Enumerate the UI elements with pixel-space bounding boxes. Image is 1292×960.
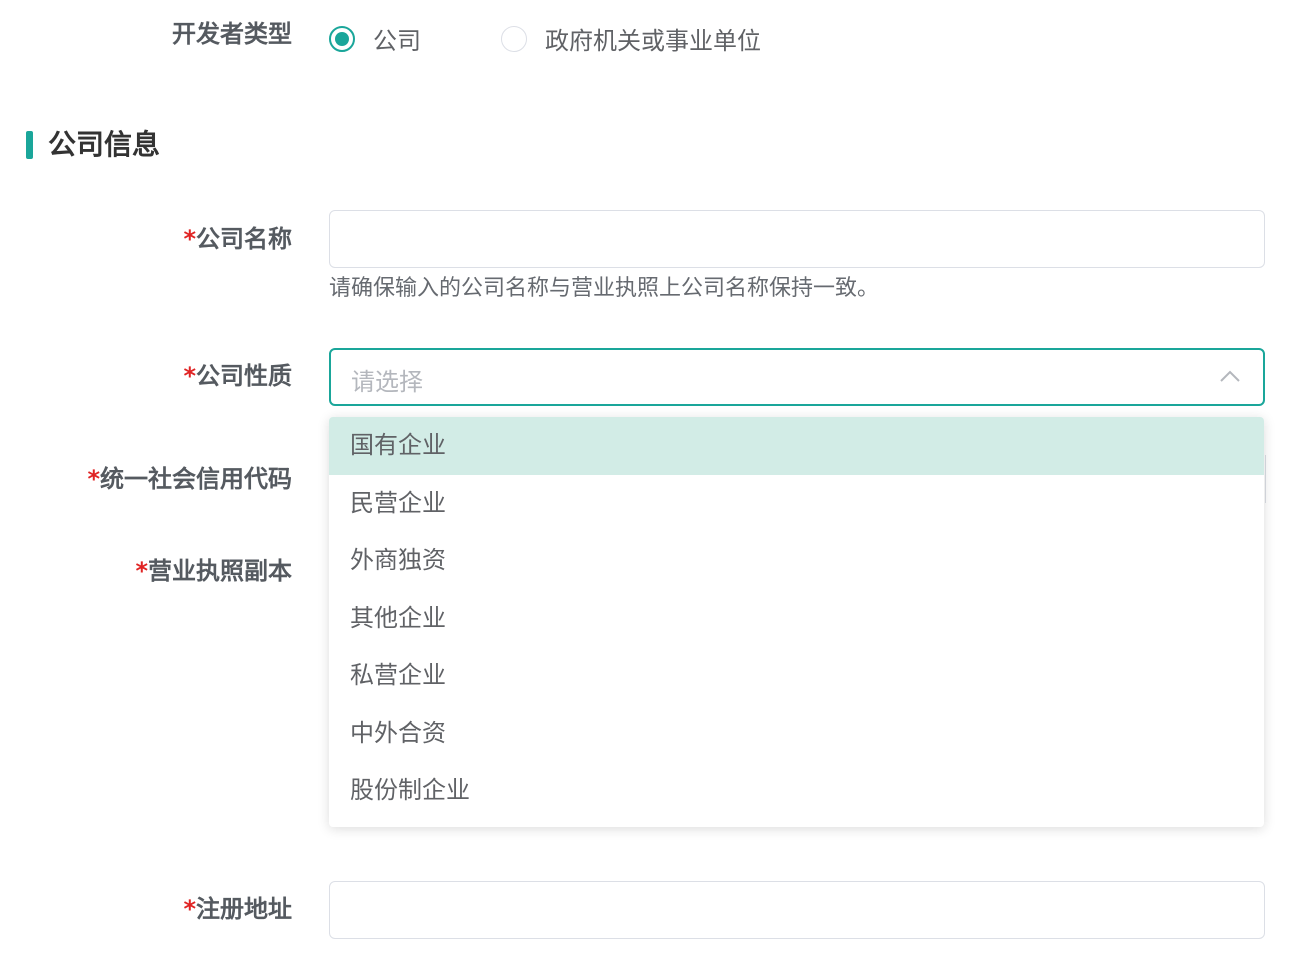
dropdown-option[interactable]: 国有企业	[329, 417, 1264, 475]
license-copy-label: *营业执照副本	[135, 557, 292, 585]
company-nature-select[interactable]: 请选择	[329, 348, 1265, 406]
section-accent-bar	[26, 131, 33, 159]
credit-code-label: *统一社会信用代码	[87, 465, 292, 493]
select-placeholder: 请选择	[351, 368, 423, 396]
developer-type-label: 开发者类型	[172, 20, 292, 48]
dropdown-option[interactable]: 民营企业	[329, 475, 1264, 533]
dropdown-option[interactable]: 股份制企业	[329, 762, 1264, 820]
chevron-up-icon	[1220, 370, 1240, 382]
company-name-hint: 请确保输入的公司名称与营业执照上公司名称保持一致。	[329, 276, 880, 301]
required-mark: *	[135, 557, 148, 585]
radio-government[interactable]: 政府机关或事业单位	[501, 21, 761, 56]
address-input[interactable]	[329, 881, 1265, 939]
required-mark: *	[183, 362, 196, 390]
radio-government-label: 政府机关或事业单位	[545, 27, 761, 55]
address-label: *注册地址	[183, 895, 292, 923]
dropdown-option[interactable]: 其他企业	[329, 590, 1264, 648]
company-nature-dropdown: 国有企业 民营企业 外商独资 其他企业 私营企业 中外合资 股份制企业	[329, 417, 1264, 827]
dropdown-option[interactable]: 中外合资	[329, 705, 1264, 763]
section-title: 公司信息	[48, 128, 161, 161]
radio-checked-icon	[329, 25, 355, 52]
dropdown-option[interactable]: 外商独资	[329, 532, 1264, 590]
company-nature-label: *公司性质	[183, 362, 292, 390]
company-name-input[interactable]	[329, 210, 1265, 268]
radio-company[interactable]: 公司	[329, 21, 421, 56]
radio-unchecked-icon	[501, 25, 527, 52]
required-mark: *	[183, 225, 196, 253]
dropdown-option[interactable]: 私营企业	[329, 647, 1264, 705]
required-mark: *	[87, 465, 100, 493]
radio-company-label: 公司	[373, 27, 421, 55]
required-mark: *	[183, 895, 196, 923]
company-name-label: *公司名称	[183, 225, 292, 253]
